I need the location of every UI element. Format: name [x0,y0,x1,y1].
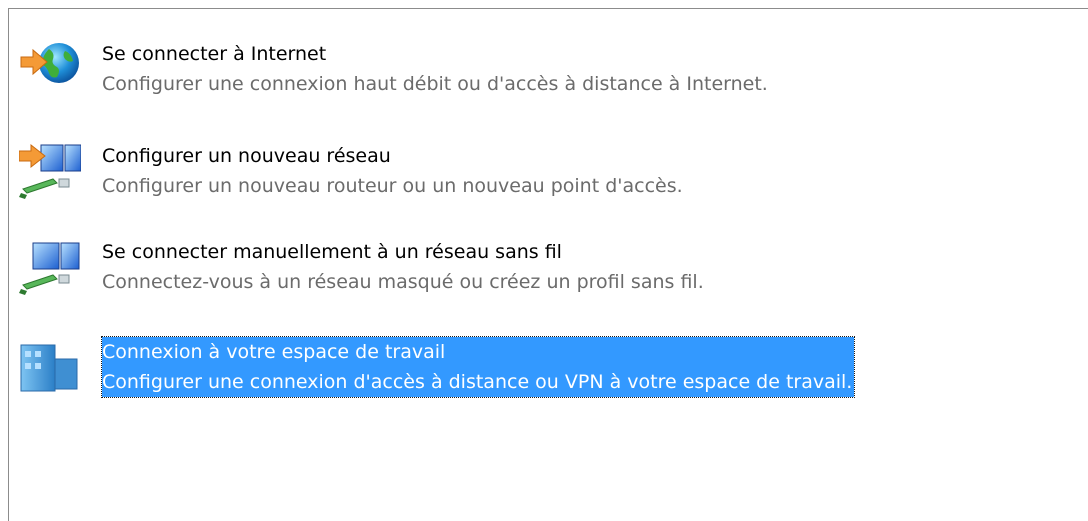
option-workplace-connection[interactable]: Connexion à votre espace de travail Conf… [19,336,1079,401]
option-description: Configurer un nouveau routeur ou un nouv… [102,175,683,197]
option-description: Configurer une connexion haut débit ou d… [102,73,768,95]
option-title: Configurer un nouveau réseau [102,145,391,167]
workplace-vpn-icon [19,337,81,401]
option-title: Se connecter manuellement à un réseau sa… [102,241,562,263]
connection-options-panel: Se connecter à Internet Configurer une c… [8,8,1088,521]
new-network-icon [18,141,82,205]
option-new-network[interactable]: Configurer un nouveau réseau Configurer … [18,141,1079,205]
option-title: Connexion à votre espace de travail [102,341,446,363]
option-manual-wireless[interactable]: Se connecter manuellement à un réseau sa… [19,237,1079,301]
option-title: Se connecter à Internet [102,43,327,65]
wireless-network-icon [19,237,81,301]
option-connect-internet[interactable]: Se connecter à Internet Configurer une c… [19,39,1079,103]
option-description: Connectez-vous à un réseau masqué ou cré… [102,271,704,293]
globe-connect-icon [19,39,81,103]
option-description: Configurer une connexion d'accès à dista… [102,371,853,393]
